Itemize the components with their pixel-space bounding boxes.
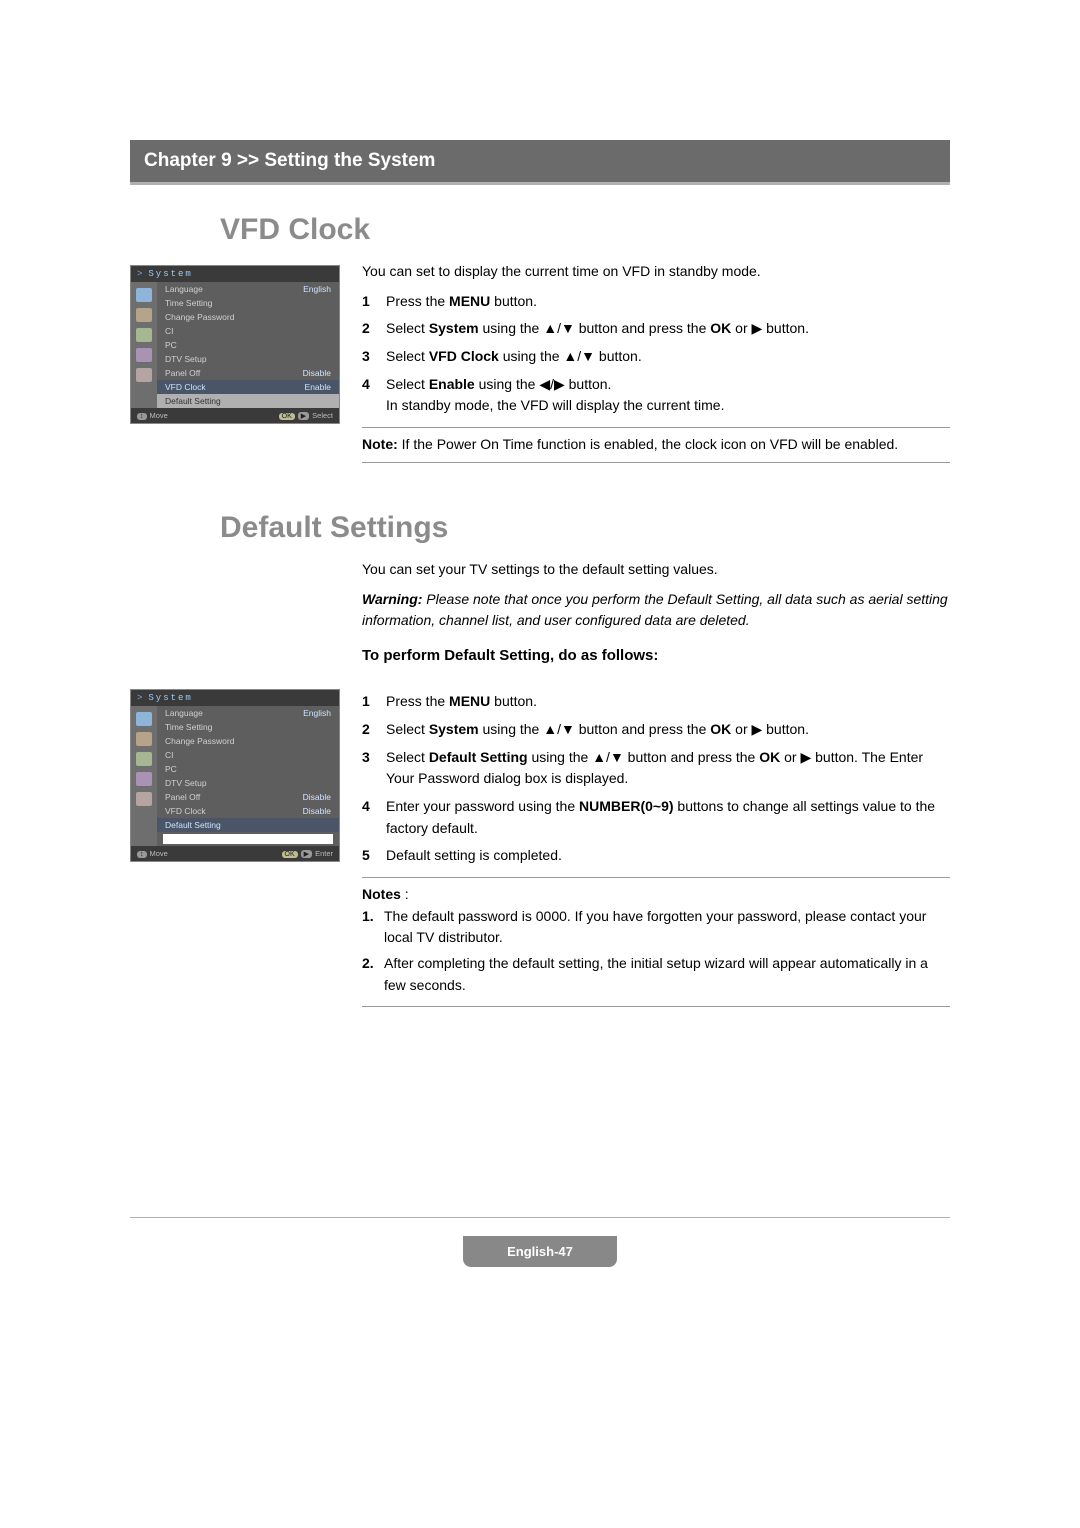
vfd-steps: 1Press the MENU button. 2Select System u…	[362, 291, 950, 417]
footer-enter-label: Enter	[315, 849, 333, 858]
osd-item-label: Default Setting	[165, 396, 221, 406]
note-text: After completing the default setting, th…	[384, 953, 950, 996]
ok-pill: OK	[279, 413, 295, 420]
osd-password-input	[163, 834, 333, 844]
step-text: Select System using the ▲/▼ button and p…	[386, 719, 950, 741]
osd-category-icon	[136, 308, 152, 322]
osd-category-icon	[136, 792, 152, 806]
osd-category-icon	[136, 712, 152, 726]
defaults-intro: You can set your TV settings to the defa…	[362, 559, 950, 581]
step-text: Default setting is completed.	[386, 845, 950, 867]
osd-item-label: Change Password	[165, 312, 234, 322]
defaults-subhead: To perform Default Setting, do as follow…	[362, 644, 950, 667]
osd-title: System	[148, 693, 192, 703]
osd-item-label: Panel Off	[165, 368, 200, 378]
osd-item-label: Time Setting	[165, 298, 212, 308]
osd-category-icon	[136, 348, 152, 362]
osd-item-label: DTV Setup	[165, 354, 207, 364]
osd-category-icon	[136, 368, 152, 382]
osd-item-label: Default Setting	[165, 820, 221, 830]
step-text: Select System using the ▲/▼ button and p…	[386, 318, 950, 340]
osd-menu-vfd: >System LanguageEnglish Time Setting Cha…	[130, 265, 340, 424]
footer-select-label: Select	[312, 411, 333, 420]
osd-item-value: English	[303, 708, 331, 718]
osd-item-value: Disable	[303, 368, 331, 378]
defaults-notes: Notes : 1.The default password is 0000. …	[362, 877, 950, 1007]
osd-item-label: Time Setting	[165, 722, 212, 732]
step-text: Press the MENU button.	[386, 291, 950, 313]
defaults-steps: 1Press the MENU button. 2Select System u…	[362, 691, 950, 867]
footer-move-label: Move	[150, 411, 168, 420]
page-number: English-47	[463, 1236, 617, 1267]
section-title-vfd: VFD Clock	[220, 213, 950, 247]
nav-icon: ↕	[137, 851, 147, 858]
step-text: Press the MENU button.	[386, 691, 950, 713]
vfd-note: Note: If the Power On Time function is e…	[362, 427, 950, 463]
osd-item-label: CI	[165, 326, 174, 336]
osd-item-value: Disable	[303, 806, 331, 816]
chapter-bar: Chapter 9 >> Setting the System	[130, 140, 950, 185]
osd-item-value: Enable	[305, 382, 331, 392]
osd-menu-defaults: >System LanguageEnglish Time Setting Cha…	[130, 689, 340, 862]
play-pill: ▶	[298, 412, 309, 420]
osd-item-label: DTV Setup	[165, 778, 207, 788]
section-title-defaults: Default Settings	[220, 511, 950, 545]
osd-category-icon	[136, 752, 152, 766]
osd-item-value: English	[303, 284, 331, 294]
osd-category-icon	[136, 732, 152, 746]
play-pill: ▶	[301, 850, 312, 858]
osd-item-label: Language	[165, 284, 203, 294]
vfd-intro: You can set to display the current time …	[362, 261, 950, 283]
osd-item-label: VFD Clock	[165, 382, 206, 392]
osd-item-label: Language	[165, 708, 203, 718]
step-text: Select VFD Clock using the ▲/▼ button.	[386, 346, 950, 368]
osd-item-label: VFD Clock	[165, 806, 206, 816]
notes-label: Notes	[362, 886, 401, 902]
ok-pill: OK	[282, 851, 298, 858]
osd-item-label: PC	[165, 340, 177, 350]
osd-item-label: Panel Off	[165, 792, 200, 802]
nav-icon: ↕	[137, 413, 147, 420]
osd-category-icon	[136, 772, 152, 786]
defaults-warning: Warning: Please note that once you perfo…	[362, 589, 950, 632]
note-text: The default password is 0000. If you hav…	[384, 906, 950, 949]
osd-item-label: CI	[165, 750, 174, 760]
osd-item-label: PC	[165, 764, 177, 774]
step-text: Select Default Setting using the ▲/▼ but…	[386, 747, 950, 790]
footer-move-label: Move	[150, 849, 168, 858]
step-text: Enter your password using the NUMBER(0~9…	[386, 796, 950, 839]
osd-category-icon	[136, 328, 152, 342]
step-text: Select Enable using the ◀/▶ button.In st…	[386, 374, 950, 417]
osd-item-label: Change Password	[165, 736, 234, 746]
osd-item-value: Disable	[303, 792, 331, 802]
osd-category-icon	[136, 288, 152, 302]
osd-title: System	[148, 269, 192, 279]
